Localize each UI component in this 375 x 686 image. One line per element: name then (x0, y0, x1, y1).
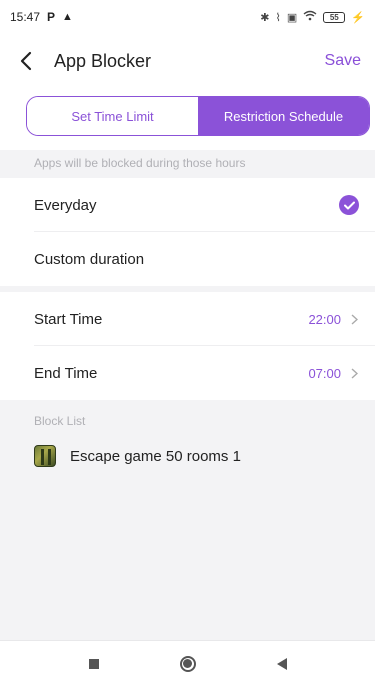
blocked-app-item[interactable]: Escape game 50 rooms 1 (0, 436, 375, 476)
checkmark-icon (339, 195, 359, 215)
page-title: App Blocker (54, 50, 152, 71)
status-bar: 15:47 P ▲ ✱ ⌇ ▣ 55 ⚡ (0, 0, 375, 34)
schedule-info-label: Apps will be blocked during those hours (34, 156, 246, 170)
app-header: App Blocker Save (0, 34, 375, 88)
escape-game-app-icon (34, 445, 56, 467)
circle-icon (179, 655, 196, 672)
status-time: 15:47 (10, 10, 41, 24)
option-everyday-label: Everyday (34, 196, 97, 214)
triangle-back-icon (276, 657, 287, 670)
start-time-value: 22:00 (308, 311, 341, 327)
chevron-right-icon (349, 313, 359, 325)
tab-restriction-schedule[interactable]: Restriction Schedule (198, 97, 369, 135)
recents-button[interactable] (81, 651, 107, 677)
option-custom-duration[interactable]: Custom duration (0, 232, 375, 286)
system-nav-bar (0, 640, 375, 686)
end-time-value-group: 07:00 (308, 366, 359, 381)
back-button[interactable] (269, 651, 295, 677)
bluetooth-icon: ✱ (260, 11, 270, 24)
warning-triangle-icon: ▲ (62, 11, 73, 23)
status-right: ✱ ⌇ ▣ 55 ⚡ (260, 10, 365, 24)
p-icon: P (47, 10, 56, 24)
phone-screen: 15:47 P ▲ ✱ ⌇ ▣ 55 ⚡ App Blocker Save Se… (0, 0, 375, 686)
chevron-right-icon (349, 367, 359, 379)
segment-container: Set Time Limit Restriction Schedule (0, 88, 375, 150)
end-time-label: End Time (34, 364, 98, 382)
block-list-label: Block List (34, 414, 86, 428)
square-icon (88, 658, 99, 669)
save-button[interactable]: Save (325, 52, 361, 70)
battery-icon: 55 (323, 11, 346, 23)
sim-icon: ▣ (286, 11, 298, 24)
option-everyday[interactable]: Everyday (0, 178, 375, 232)
option-custom-duration-label: Custom duration (34, 250, 145, 268)
wifi-icon (303, 10, 317, 24)
end-time-row[interactable]: End Time 07:00 (0, 346, 375, 400)
start-time-value-group: 22:00 (308, 312, 359, 327)
vibrate-icon: ⌇ (275, 11, 281, 24)
start-time-label: Start Time (34, 310, 103, 328)
mode-segmented-control: Set Time Limit Restriction Schedule (26, 96, 370, 136)
home-button[interactable] (175, 651, 201, 677)
status-left: 15:47 P ▲ (10, 10, 73, 24)
back-chevron-icon[interactable] (14, 49, 38, 73)
tab-set-time-limit[interactable]: Set Time Limit (27, 97, 198, 135)
battery-level: 55 (329, 12, 339, 22)
start-time-row[interactable]: Start Time 22:00 (0, 292, 375, 346)
charging-icon: ⚡ (351, 11, 365, 24)
end-time-value: 07:00 (308, 365, 341, 381)
blocked-app-name: Escape game 50 rooms 1 (70, 447, 241, 465)
